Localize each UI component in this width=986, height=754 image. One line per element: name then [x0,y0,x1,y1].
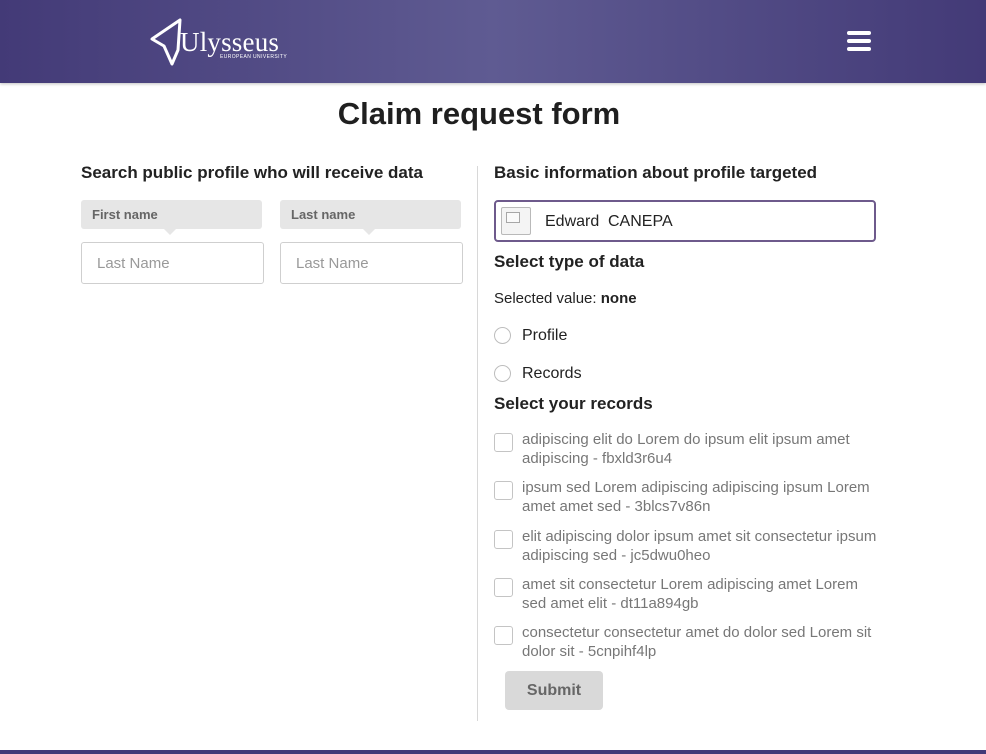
radio-button-profile[interactable] [494,327,511,344]
submit-button[interactable]: Submit [505,671,603,710]
selected-value-prefix: Selected value: [494,290,597,307]
footer-edge [0,750,986,754]
record-label: consectetur consectetur amet do dolor se… [522,624,872,660]
selected-value: none [600,290,637,307]
page-title: Claim request form [337,96,621,131]
record-label: adipiscing elit do Lorem do ipsum elit i… [522,431,850,467]
record-label: elit adipiscing dolor ipsum amet sit con… [522,528,877,564]
record-checkbox[interactable] [494,481,513,500]
record-item[interactable]: elit adipiscing dolor ipsum amet sit con… [494,527,879,567]
data-type-heading: Select type of data [494,252,645,271]
records-heading: Select your records [494,394,653,413]
radio-label-profile: Profile [522,327,568,344]
profile-avatar [501,207,531,235]
first-name-label: First name [81,200,262,235]
selected-value-text: Selected value: none [494,290,637,307]
record-checkbox[interactable] [494,433,513,452]
last-name-label: Last name [280,200,461,235]
radio-records[interactable]: Records [494,363,694,385]
last-name-input[interactable] [280,242,463,284]
radio-button-records[interactable] [494,365,511,382]
record-checkbox[interactable] [494,626,513,645]
record-label: amet sit consectetur Lorem adipiscing am… [522,576,858,612]
radio-label-records: Records [522,365,582,382]
radio-profile[interactable]: Profile [494,325,694,347]
profile-info-heading: Basic information about profile targeted [494,163,818,182]
search-heading: Search public profile who will receive d… [81,163,423,182]
record-checkbox[interactable] [494,530,513,549]
record-checkbox[interactable] [494,578,513,597]
selected-profile-card[interactable]: Edward CANEPA [494,200,876,242]
hamburger-menu-icon[interactable] [847,31,871,51]
record-item[interactable]: amet sit consectetur Lorem adipiscing am… [494,575,879,615]
claim-details-section: Basic information about profile targeted… [494,163,884,710]
record-item[interactable]: adipiscing elit do Lorem do ipsum elit i… [494,430,879,470]
column-divider [477,166,478,721]
search-section: Search public profile who will receive d… [81,163,466,284]
top-navbar: Ulysseus EUROPEAN UNIVERSITY [0,0,986,83]
logo-subtext: EUROPEAN UNIVERSITY [220,54,288,60]
record-item[interactable]: consectetur consectetur amet do dolor se… [494,623,879,663]
ulysseus-logo[interactable]: Ulysseus EUROPEAN UNIVERSITY [150,16,290,66]
profile-last-name: CANEPA [608,213,673,230]
record-label: ipsum sed Lorem adipiscing adipiscing ip… [522,479,870,515]
first-name-input[interactable] [81,242,264,284]
record-item[interactable]: ipsum sed Lorem adipiscing adipiscing ip… [494,478,879,518]
profile-first-name: Edward [545,213,600,230]
